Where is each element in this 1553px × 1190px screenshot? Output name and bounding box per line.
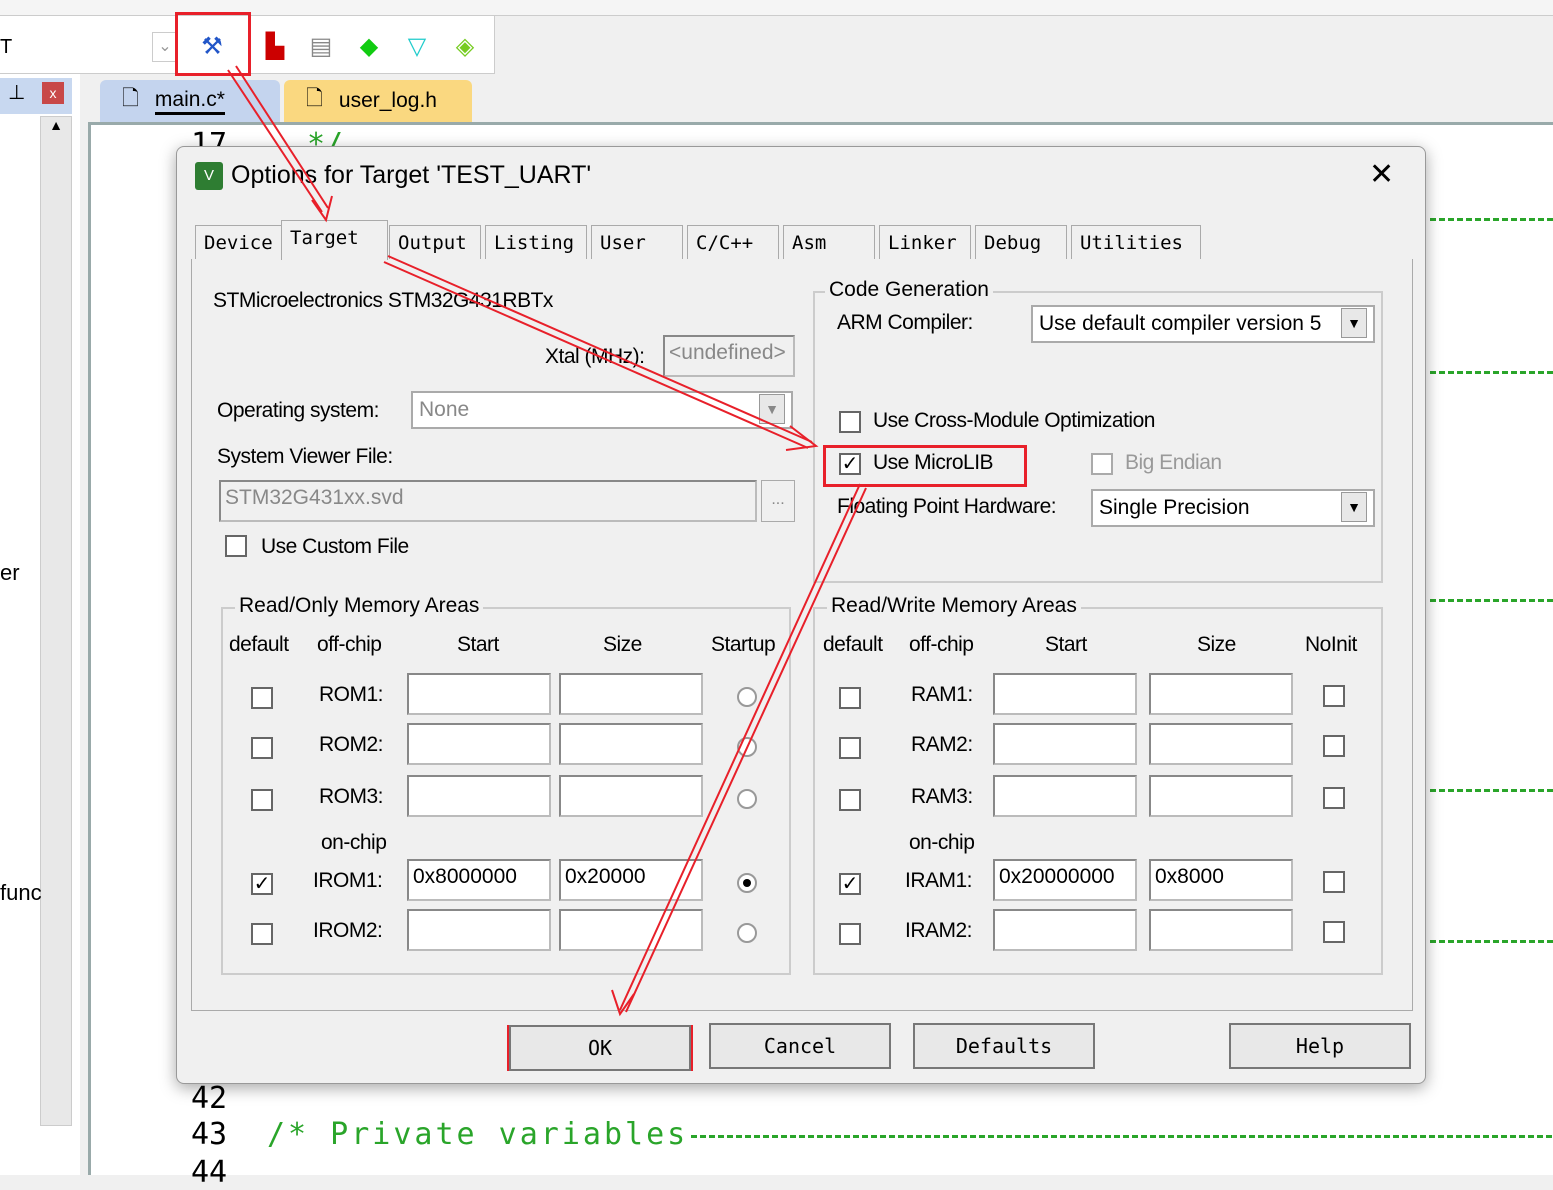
arrow-to-ok (619, 483, 867, 1013)
arrow-to-target-tab (227, 65, 329, 213)
arrow-to-microlib (383, 255, 813, 449)
annotation-arrows (227, 65, 867, 1017)
